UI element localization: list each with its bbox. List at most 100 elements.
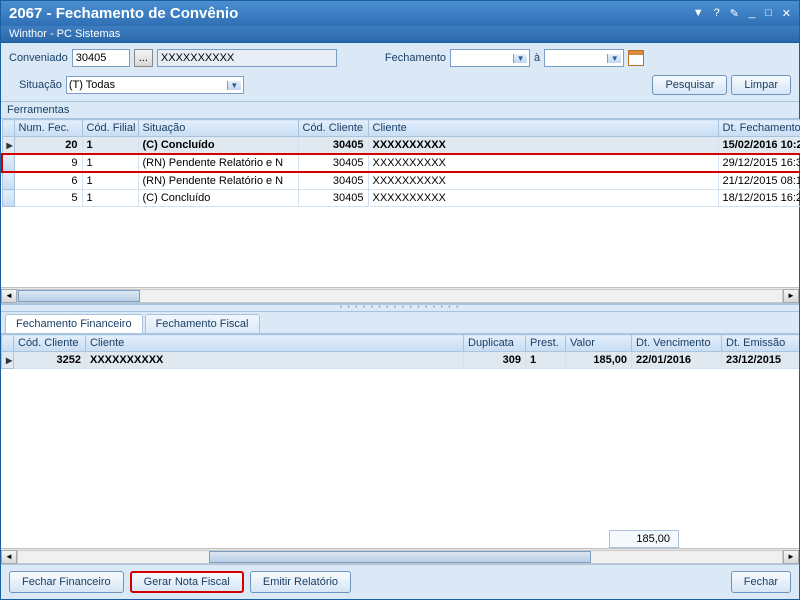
splitter[interactable]: • • • • • • • • • • • • • • • • [1,304,799,312]
col-cod-cliente[interactable]: Cód. Cliente [14,335,86,352]
cell: 1 [82,190,138,207]
col-prest[interactable]: Prest. [526,335,566,352]
col-cod-cliente[interactable]: Cód. Cliente [298,120,368,137]
cell: XXXXXXXXXX [86,352,464,369]
cell: 30405 [298,190,368,207]
gerar-nota-fiscal-button[interactable]: Gerar Nota Fiscal [130,571,244,593]
cell: 185,00 [566,352,632,369]
fechamento-from[interactable]: ▼ [450,49,530,67]
maximize-icon[interactable]: □ [765,7,772,20]
filter-bar: Conveniado ... Fechamento ▼ à ▼ Situação… [1,43,799,102]
close-icon[interactable]: ✕ [782,7,791,20]
cell: 29/12/2015 16:38: [718,154,800,172]
edit-icon[interactable]: ✎ [730,7,739,20]
cell: 30405 [298,137,368,155]
cell: 21/12/2015 08:19: [718,172,800,190]
row-selector-header [2,335,14,352]
col-duplicata[interactable]: Duplicata [464,335,526,352]
tab-financeiro[interactable]: Fechamento Financeiro [5,314,143,333]
emitir-relatorio-button[interactable]: Emitir Relatório [250,571,351,593]
row-indicator [2,154,14,172]
app-window: 2067 - Fechamento de Convênio ▼ ? ✎ _ □ … [0,0,800,600]
detail-grid-hscroll[interactable]: ◄ ► [1,548,799,564]
scroll-right-icon[interactable]: ► [783,289,799,303]
cell: 1 [82,137,138,155]
window-title: 2067 - Fechamento de Convênio [9,5,238,22]
tab-fiscal[interactable]: Fechamento Fiscal [145,314,260,333]
cell: 5 [14,190,82,207]
cell: XXXXXXXXXX [368,154,718,172]
situacao-combo[interactable]: (T) Todas▼ [66,76,244,94]
detail-grid[interactable]: Cód. Cliente Cliente Duplicata Prest. Va… [1,334,799,369]
scroll-right-icon[interactable]: ► [783,550,799,564]
fechar-button[interactable]: Fechar [731,571,791,593]
cell: 1 [82,172,138,190]
fechar-financeiro-button[interactable]: Fechar Financeiro [9,571,124,593]
col-cod-filial[interactable]: Cód. Filial [82,120,138,137]
tools-menu[interactable]: Ferramentas [1,102,799,119]
row-indicator-icon: ▶ [2,137,14,155]
table-row[interactable]: ▶ 20 1 (C) Concluído 30405 XXXXXXXXXX 15… [2,137,800,155]
scroll-left-icon[interactable]: ◄ [1,289,17,303]
scroll-thumb[interactable] [18,290,140,302]
cell: 1 [82,154,138,172]
situacao-value: (T) Todas [69,79,115,91]
main-grid-hscroll[interactable]: ◄ ► [1,287,799,303]
cell: 22/01/2016 [632,352,722,369]
pesquisar-button[interactable]: Pesquisar [652,75,727,95]
cell: 15/02/2016 10:2 [718,137,800,155]
help-icon[interactable]: ? [714,7,720,20]
cell: (RN) Pendente Relatório e N [138,154,298,172]
col-cliente[interactable]: Cliente [86,335,464,352]
lookup-button[interactable]: ... [134,49,153,67]
dropdown-icon[interactable]: ▼ [693,7,704,20]
calendar-icon[interactable] [628,50,644,66]
row-selector-header [2,120,14,137]
detail-tabs: Fechamento Financeiro Fechamento Fiscal [1,312,799,334]
cell: 30405 [298,172,368,190]
cell: 1 [526,352,566,369]
fechamento-label: Fechamento [385,52,446,64]
row-indicator-icon: ▶ [2,352,14,369]
cell: (C) Concluído [138,190,298,207]
cell: 30405 [298,154,368,172]
scroll-thumb[interactable] [209,551,591,563]
cell: XXXXXXXXXX [368,190,718,207]
col-num-fec[interactable]: Num. Fec. [14,120,82,137]
row-indicator [2,172,14,190]
cell: 20 [14,137,82,155]
minimize-icon[interactable]: _ [749,7,755,20]
table-row[interactable]: 5 1 (C) Concluído 30405 XXXXXXXXXX 18/12… [2,190,800,207]
row-indicator [2,190,14,207]
fechamento-to[interactable]: ▼ [544,49,624,67]
cell: 23/12/2015 [722,352,800,369]
titlebar: 2067 - Fechamento de Convênio ▼ ? ✎ _ □ … [1,1,799,26]
col-dt-fechamento[interactable]: Dt. Fechamento Pr [718,120,800,137]
col-dt-emissao[interactable]: Dt. Emissão [722,335,800,352]
table-row[interactable]: 6 1 (RN) Pendente Relatório e N 30405 XX… [2,172,800,190]
scroll-left-icon[interactable]: ◄ [1,550,17,564]
grid-header-row: Num. Fec. Cód. Filial Situação Cód. Clie… [2,120,800,137]
grid-header-row: Cód. Cliente Cliente Duplicata Prest. Va… [2,335,800,352]
main-grid[interactable]: Num. Fec. Cód. Filial Situação Cód. Clie… [1,119,800,207]
main-grid-area: Num. Fec. Cód. Filial Situação Cód. Clie… [1,119,799,304]
col-valor[interactable]: Valor [566,335,632,352]
tools-label: Ferramentas [7,104,69,116]
window-controls: ▼ ? ✎ _ □ ✕ [693,7,791,20]
cell: 9 [14,154,82,172]
cell: XXXXXXXXXX [368,137,718,155]
table-row[interactable]: ▶ 3252 XXXXXXXXXX 309 1 185,00 22/01/201… [2,352,800,369]
limpar-button[interactable]: Limpar [731,75,791,95]
cell: XXXXXXXXXX [368,172,718,190]
col-situacao[interactable]: Situação [138,120,298,137]
table-row[interactable]: 9 1 (RN) Pendente Relatório e N 30405 XX… [2,154,800,172]
conveniado-name [157,49,337,67]
col-dt-venc[interactable]: Dt. Vencimento [632,335,722,352]
col-cliente[interactable]: Cliente [368,120,718,137]
total-row: 185,00 [1,530,799,548]
conveniado-label: Conveniado [9,52,68,64]
cell: 18/12/2015 16:23: [718,190,800,207]
cell: 309 [464,352,526,369]
cell: (RN) Pendente Relatório e N [138,172,298,190]
conveniado-input[interactable] [72,49,130,67]
